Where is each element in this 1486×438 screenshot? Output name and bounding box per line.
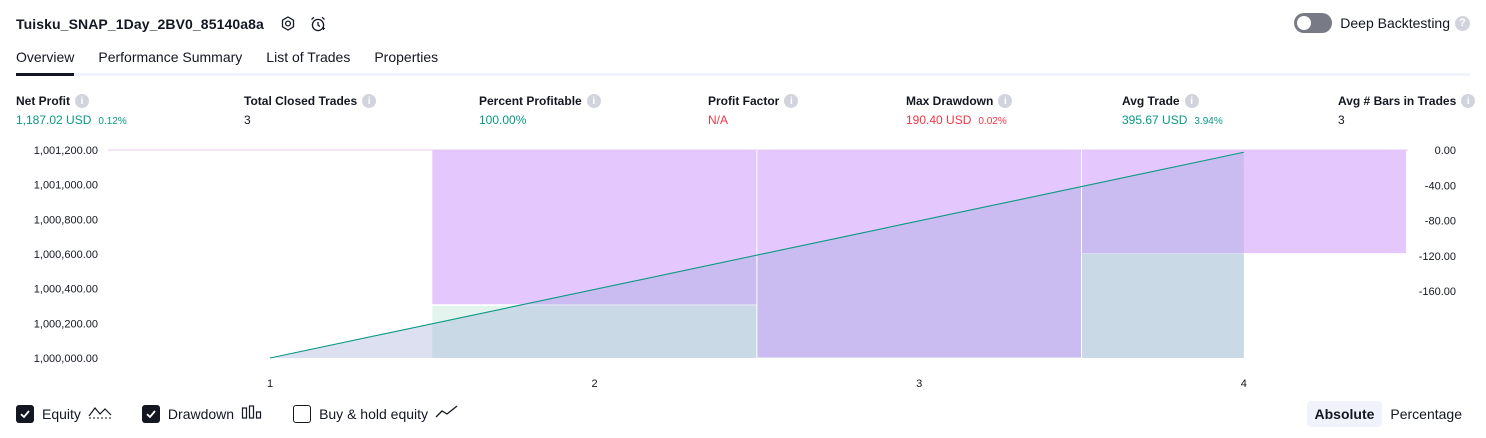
left-axis-tick: 1,000,400.00 [34, 284, 98, 296]
right-axis-tick: -80.00 [1425, 216, 1456, 228]
stat-avg-trade: Avg Trade i 395.67 USD 3.94% [1122, 93, 1223, 127]
legend-drawdown[interactable]: Drawdown [141, 404, 263, 425]
x-axis-tick: 2 [592, 378, 598, 390]
stat-percent: 3.94% [1194, 116, 1223, 127]
legend-equity[interactable]: Equity [16, 404, 112, 425]
alarm-clock-icon[interactable] [308, 14, 328, 34]
left-axis-tick: 1,000,200.00 [34, 318, 98, 330]
stat-value: 190.40 USD [906, 113, 972, 127]
right-axis-tick: 0.00 [1435, 145, 1456, 157]
help-icon[interactable]: i [586, 94, 601, 108]
tab-bar: Overview Performance Summary List of Tra… [16, 48, 1470, 76]
stat-value: 3 [1338, 113, 1345, 127]
stat-label: Profit Factor [708, 94, 780, 108]
help-icon[interactable]: ? [1455, 15, 1470, 31]
stat-max-drawdown: Max Drawdown i 190.40 USD 0.02% [906, 93, 1013, 127]
tab-list-of-trades[interactable]: List of Trades [266, 48, 350, 73]
help-icon[interactable]: i [75, 94, 89, 108]
legend-label: Buy & hold equity [319, 406, 429, 422]
right-axis-tick: -160.00 [1419, 286, 1456, 298]
stat-label: Max Drawdown [906, 94, 994, 108]
checkbox-checked-icon[interactable] [16, 405, 34, 423]
help-icon[interactable]: i [362, 94, 377, 108]
left-axis-tick: 1,001,000.00 [34, 180, 98, 192]
deep-backtesting: Deep Backtesting ? [1294, 13, 1470, 33]
stat-value: 100.00% [479, 113, 527, 127]
stat-value: 3 [244, 113, 251, 127]
stat-label: Avg Trade [1122, 94, 1180, 108]
chart-legend: Equity Drawdown Buy & hold equity [16, 402, 489, 426]
tab-properties[interactable]: Properties [374, 48, 438, 73]
settings-icon[interactable] [278, 14, 298, 34]
stat-total-closed-trades: Total Closed Trades i 3 [244, 93, 377, 127]
right-axis-tick: -40.00 [1425, 180, 1456, 192]
help-icon[interactable]: i [784, 94, 799, 108]
legend-label: Drawdown [167, 406, 235, 422]
tab-performance-summary[interactable]: Performance Summary [98, 48, 242, 73]
equity-line-icon [88, 404, 112, 425]
tab-overview[interactable]: Overview [16, 48, 75, 76]
drawdown-bars-icon [241, 404, 263, 425]
stat-value: N/A [708, 113, 729, 127]
x-axis-tick: 4 [1241, 378, 1247, 390]
stat-percent-profitable: Percent Profitable i 100.00% [479, 93, 601, 127]
left-axis-tick: 1,000,600.00 [34, 249, 98, 261]
x-axis-tick: 3 [916, 378, 922, 390]
toggle-knob [1297, 16, 1312, 30]
stat-net-profit: Net Profit i 1,187.02 USD 0.12% [16, 93, 127, 127]
help-icon[interactable]: i [1461, 94, 1476, 108]
buy-hold-line-icon [435, 404, 459, 425]
help-icon[interactable]: i [1184, 94, 1199, 108]
stat-label: Net Profit [16, 94, 70, 108]
checkbox-unchecked-icon[interactable] [293, 405, 312, 423]
deep-backtesting-toggle[interactable] [1294, 13, 1333, 33]
stat-value: 395.67 USD [1122, 113, 1188, 127]
stat-value: 1,187.02 USD [16, 113, 92, 127]
right-axis-tick: -120.00 [1419, 251, 1456, 263]
help-icon[interactable]: i [998, 94, 1013, 108]
stats-row: Net Profit i 1,187.02 USD 0.12% Total Clos… [0, 93, 1486, 133]
stat-percent: 0.02% [978, 116, 1007, 127]
stat-percent: 0.12% [98, 116, 127, 127]
strategy-header: Tuisku_SNAP_1Day_2BV0_85140a8a [16, 12, 328, 36]
stat-label: Avg # Bars in Trades [1338, 94, 1457, 108]
stat-label: Percent Profitable [479, 94, 582, 108]
legend-buy-hold-equity[interactable]: Buy & hold equity [293, 404, 459, 425]
deep-backtesting-label: Deep Backtesting [1340, 15, 1450, 31]
stat-avg-bars-in-trades: Avg # Bars in Trades i 3 [1338, 93, 1476, 127]
left-axis-tick: 1,001,200.00 [34, 145, 98, 157]
left-axis-tick: 1,000,800.00 [34, 214, 98, 226]
checkbox-checked-icon[interactable] [141, 405, 160, 423]
legend-label: Equity [42, 406, 81, 422]
stat-profit-factor: Profit Factor i N/A [708, 93, 799, 127]
strategy-name: Tuisku_SNAP_1Day_2BV0_85140a8a [16, 16, 264, 32]
percentage-button[interactable]: Percentage [1382, 401, 1470, 427]
equity-drawdown-chart: 1,001,200.00 1,001,000.00 1,000,800.00 1,00… [34, 145, 1456, 390]
left-axis-tick: 1,000,000.00 [34, 353, 98, 365]
stat-label: Total Closed Trades [244, 94, 358, 108]
x-axis-tick: 1 [267, 378, 273, 390]
absolute-button[interactable]: Absolute [1306, 401, 1383, 427]
value-mode-switch: Absolute Percentage [1306, 401, 1471, 427]
